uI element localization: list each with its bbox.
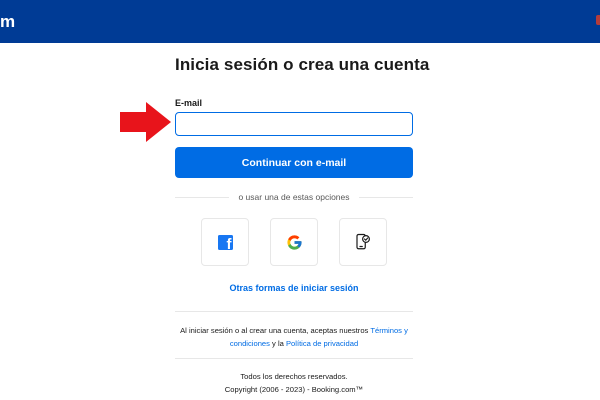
rights-text: Todos los derechos reservados. xyxy=(240,372,348,381)
legal-prefix: Al iniciar sesión o al crear una cuenta,… xyxy=(180,326,371,335)
separator-top xyxy=(175,311,413,312)
privacy-link[interactable]: Política de privacidad xyxy=(286,339,358,348)
top-header-bar: m xyxy=(0,0,600,43)
facebook-icon: f xyxy=(217,234,233,250)
red-arrow-annotation xyxy=(120,102,171,142)
header-edge-element xyxy=(596,15,600,25)
page-title: Inicia sesión o crea una cuenta xyxy=(175,55,430,74)
email-label: E-mail xyxy=(175,98,203,108)
passkey-login-button[interactable] xyxy=(339,218,387,266)
facebook-login-button[interactable]: f xyxy=(201,218,249,266)
brand-logo[interactable]: m xyxy=(0,12,15,32)
legal-connector: y la xyxy=(269,338,286,348)
footer: Todos los derechos reservados. Copyright… xyxy=(175,371,413,396)
legal-notice: Al iniciar sesión o al crear una cuenta,… xyxy=(172,325,416,350)
passkey-phone-icon xyxy=(356,233,370,250)
divider-line-right xyxy=(359,197,413,198)
google-login-button[interactable] xyxy=(270,218,318,266)
separator-bottom xyxy=(175,358,413,359)
email-field[interactable] xyxy=(175,112,413,136)
options-divider: o usar una de estas opciones xyxy=(175,191,413,203)
continue-with-email-button[interactable]: Continuar con e-mail xyxy=(175,147,413,178)
other-sign-in-options-link[interactable]: Otras formas de iniciar sesión xyxy=(175,283,413,293)
google-icon xyxy=(286,234,302,250)
copyright-text: Copyright (2006 - 2023) - Booking.com™ xyxy=(224,384,364,394)
